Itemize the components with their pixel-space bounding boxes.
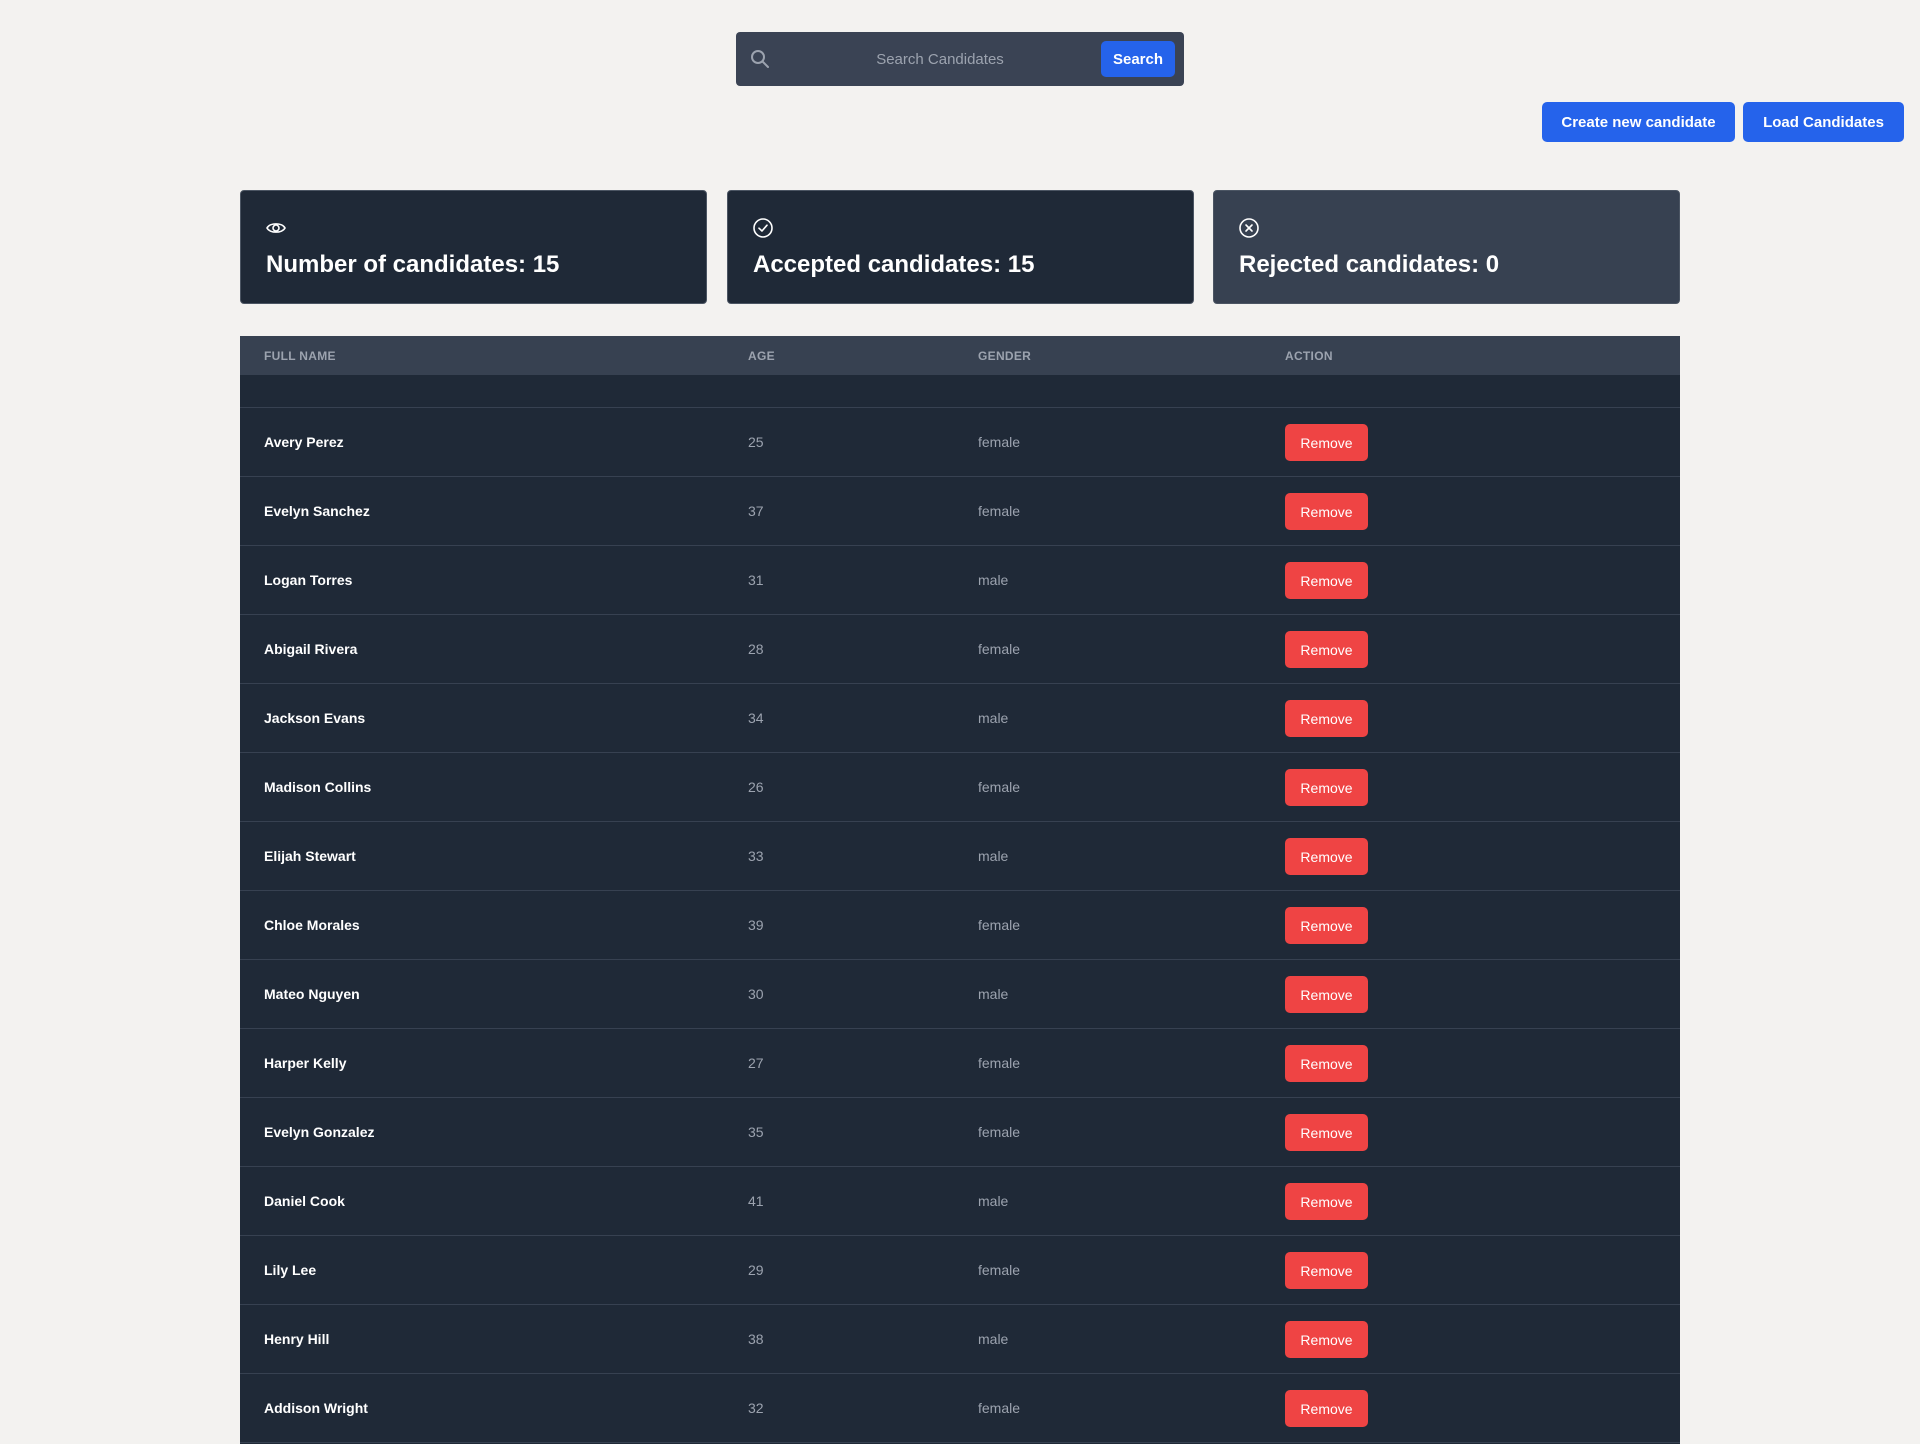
- candidate-age: 38: [748, 1331, 764, 1347]
- candidate-gender: female: [978, 779, 1021, 795]
- stat-rejected-label: Rejected candidates: 0: [1239, 251, 1500, 278]
- candidate-name: Daniel Cook: [264, 1193, 345, 1209]
- candidate-age: 30: [748, 986, 764, 1002]
- remove-button[interactable]: Remove: [1285, 1252, 1368, 1289]
- stat-card-rejected: Rejected candidates: 0: [1213, 190, 1680, 304]
- candidate-gender: male: [978, 986, 1009, 1002]
- remove-button[interactable]: Remove: [1285, 976, 1368, 1013]
- search-button[interactable]: Search: [1101, 41, 1175, 77]
- candidate-name: Madison Collins: [264, 779, 372, 795]
- table-row: Evelyn Sanchez 37 female Remove: [240, 477, 1680, 546]
- candidates-table: FULL NAME AGE GENDER ACTION Avery Perez 2…: [240, 336, 1680, 1444]
- stat-card-accepted: Accepted candidates: 15: [727, 190, 1194, 304]
- candidate-name: Evelyn Sanchez: [264, 503, 370, 519]
- remove-button[interactable]: Remove: [1285, 562, 1368, 599]
- candidate-age: 29: [748, 1262, 764, 1278]
- candidate-gender: female: [978, 1262, 1021, 1278]
- candidate-age: 26: [748, 779, 764, 795]
- table-row: Mateo Nguyen 30 male Remove: [240, 960, 1680, 1029]
- remove-button[interactable]: Remove: [1285, 1045, 1368, 1082]
- remove-button[interactable]: Remove: [1285, 1390, 1368, 1427]
- table-row: Daniel Cook 41 male Remove: [240, 1167, 1680, 1236]
- candidate-age: 33: [748, 848, 764, 864]
- remove-button[interactable]: Remove: [1285, 1114, 1368, 1151]
- candidate-name: Avery Perez: [264, 434, 344, 450]
- header-age: AGE: [748, 349, 775, 363]
- candidate-age: 25: [748, 434, 764, 450]
- table-row: Chloe Morales 39 female Remove: [240, 891, 1680, 960]
- remove-button[interactable]: Remove: [1285, 424, 1368, 461]
- candidate-name: Lily Lee: [264, 1262, 317, 1278]
- candidate-gender: male: [978, 710, 1009, 726]
- candidate-gender: female: [978, 434, 1021, 450]
- table-row: Abigail Rivera 28 female Remove: [240, 615, 1680, 684]
- remove-button[interactable]: Remove: [1285, 700, 1368, 737]
- table-header: FULL NAME AGE GENDER ACTION: [240, 336, 1680, 375]
- candidate-gender: male: [978, 1331, 1009, 1347]
- load-candidates-button[interactable]: Load Candidates: [1743, 102, 1904, 142]
- remove-button[interactable]: Remove: [1285, 631, 1368, 668]
- x-circle-icon: [1238, 217, 1260, 239]
- check-circle-icon: [752, 217, 774, 239]
- table-body: Avery Perez 25 female Remove Evelyn Sanchez 3…: [240, 408, 1680, 1443]
- search-input[interactable]: [780, 40, 1100, 78]
- table-row: Henry Hill 38 male Remove: [240, 1305, 1680, 1374]
- remove-button[interactable]: Remove: [1285, 1321, 1368, 1358]
- eye-icon: [265, 217, 287, 239]
- candidate-name: Harper Kelly: [264, 1055, 347, 1071]
- header-action: ACTION: [1285, 349, 1333, 363]
- candidate-name: Mateo Nguyen: [264, 986, 360, 1002]
- candidate-age: 39: [748, 917, 764, 933]
- candidate-name: Logan Torres: [264, 572, 353, 588]
- create-candidate-button[interactable]: Create new candidate: [1542, 102, 1735, 142]
- candidate-gender: male: [978, 848, 1009, 864]
- candidate-age: 34: [748, 710, 764, 726]
- table-spacer-row: [240, 375, 1680, 408]
- stat-accepted-label: Accepted candidates: 15: [753, 251, 1035, 278]
- candidate-gender: female: [978, 917, 1021, 933]
- table-row: Logan Torres 31 male Remove: [240, 546, 1680, 615]
- remove-button[interactable]: Remove: [1285, 907, 1368, 944]
- candidate-name: Jackson Evans: [264, 710, 366, 726]
- header-full-name: FULL NAME: [264, 349, 336, 363]
- stat-card-total: Number of candidates: 15: [240, 190, 707, 304]
- table-row: Jackson Evans 34 male Remove: [240, 684, 1680, 753]
- candidate-gender: female: [978, 503, 1021, 519]
- candidate-age: 32: [748, 1400, 764, 1416]
- remove-button[interactable]: Remove: [1285, 769, 1368, 806]
- candidate-age: 41: [748, 1193, 764, 1209]
- remove-button[interactable]: Remove: [1285, 838, 1368, 875]
- candidate-name: Abigail Rivera: [264, 641, 358, 657]
- candidate-age: 37: [748, 503, 764, 519]
- candidate-gender: female: [978, 1055, 1021, 1071]
- candidate-name: Addison Wright: [264, 1400, 368, 1416]
- candidate-age: 27: [748, 1055, 764, 1071]
- table-row: Evelyn Gonzalez 35 female Remove: [240, 1098, 1680, 1167]
- candidate-gender: male: [978, 572, 1009, 588]
- candidate-age: 35: [748, 1124, 764, 1140]
- search-bar: Search: [736, 32, 1184, 86]
- candidate-age: 31: [748, 572, 764, 588]
- candidate-name: Henry Hill: [264, 1331, 330, 1347]
- page: Search Create new candidate Load Candida…: [0, 0, 1920, 1444]
- remove-button[interactable]: Remove: [1285, 493, 1368, 530]
- table-row: Lily Lee 29 female Remove: [240, 1236, 1680, 1305]
- candidate-name: Elijah Stewart: [264, 848, 356, 864]
- candidate-gender: female: [978, 1400, 1021, 1416]
- search-icon: [749, 48, 771, 70]
- candidate-gender: female: [978, 641, 1021, 657]
- candidate-name: Chloe Morales: [264, 917, 360, 933]
- header-gender: GENDER: [978, 349, 1032, 363]
- stat-total-label: Number of candidates: 15: [266, 251, 560, 278]
- candidate-gender: male: [978, 1193, 1009, 1209]
- table-row: Elijah Stewart 33 male Remove: [240, 822, 1680, 891]
- table-row: Avery Perez 25 female Remove: [240, 408, 1680, 477]
- candidate-age: 28: [748, 641, 764, 657]
- table-row: Addison Wright 32 female Remove: [240, 1374, 1680, 1443]
- table-row: Madison Collins 26 female Remove: [240, 753, 1680, 822]
- remove-button[interactable]: Remove: [1285, 1183, 1368, 1220]
- table-row: Harper Kelly 27 female Remove: [240, 1029, 1680, 1098]
- candidate-name: Evelyn Gonzalez: [264, 1124, 375, 1140]
- candidate-gender: female: [978, 1124, 1021, 1140]
